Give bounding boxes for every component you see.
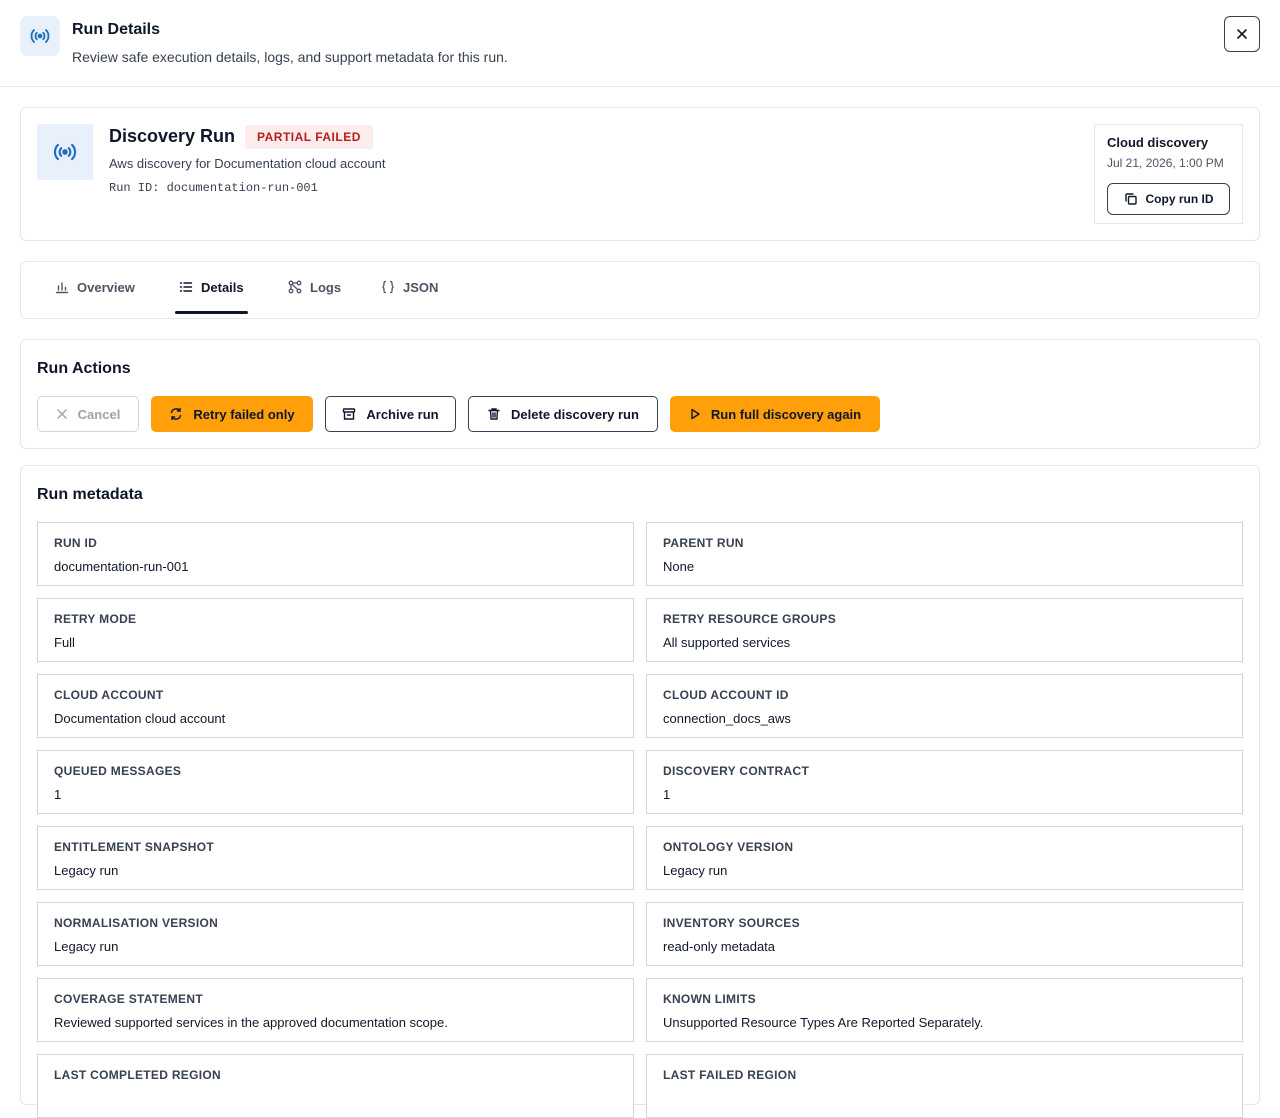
metadata-value: documentation-run-001 [54,559,189,574]
metadata-item: COVERAGE STATEMENT Reviewed supported ser… [37,978,634,1042]
run-summary-card: Discovery Run PARTIAL FAILED Aws discove… [20,107,1260,241]
close-button[interactable] [1224,16,1260,52]
status-badge: PARTIAL FAILED [245,125,373,149]
run-id-text: Run ID: documentation-run-001 [109,181,318,195]
metadata-value: 1 [663,787,671,802]
tab-json[interactable]: JSON [377,262,442,312]
cancel-button[interactable]: Cancel [37,396,139,432]
close-icon [56,409,67,419]
run-full-discovery-button[interactable]: Run full discovery again [670,396,880,432]
metadata-item: INVENTORY SOURCES read-only metadata [646,902,1243,966]
retry-failed-label: Retry failed only [193,406,295,422]
metadata-label: INVENTORY SOURCES [663,916,800,930]
metadata-item: LAST COMPLETED REGION [37,1054,634,1118]
metadata-value: All supported services [663,635,791,650]
metadata-label: PARENT RUN [663,536,744,550]
run-timestamp: Jul 21, 2026, 1:00 PM [1107,156,1224,170]
metadata-label: ONTOLOGY VERSION [663,840,794,854]
metadata-label: RUN ID [54,536,98,550]
run-description: Aws discovery for Documentation cloud ac… [109,156,386,171]
archive-icon [343,408,356,420]
run-type-box: Cloud discovery Jul 21, 2026, 1:00 PM Co… [1094,124,1243,224]
section-title: Run metadata [37,486,143,503]
tab-details[interactable]: Details [175,262,248,314]
metadata-item: ONTOLOGY VERSION Legacy run [646,826,1243,890]
metadata-item: KNOWN LIMITS Unsupported Resource Types A… [646,978,1243,1042]
run-title: Discovery Run [109,126,236,146]
metadata-item: QUEUED MESSAGES 1 [37,750,634,814]
metadata-value: Documentation cloud account [54,711,226,726]
metadata-value: Legacy run [54,863,119,878]
metadata-label: QUEUED MESSAGES [54,764,182,778]
metadata-label: CLOUD ACCOUNT [54,688,164,702]
run-type-label: Cloud discovery [1107,135,1209,150]
metadata-value: None [663,559,695,574]
metadata-label: KNOWN LIMITS [663,992,756,1006]
metadata-value: 1 [54,787,62,802]
cancel-label: Cancel [77,406,121,422]
metadata-item: DISCOVERY CONTRACT 1 [646,750,1243,814]
archive-run-label: Archive run [366,406,439,422]
tab-logs[interactable]: Logs [284,262,345,312]
metadata-label: DISCOVERY CONTRACT [663,764,810,778]
run-actions-card: Run Actions Cancel Retry failed only Arc… [20,339,1260,449]
tab-label: Overview [77,279,135,295]
braces-icon [382,280,394,294]
tab-overview[interactable]: Overview [51,262,139,312]
metadata-value: connection_docs_aws [663,711,791,726]
run-metadata-card: Run metadata RUN ID documentation-run-001… [20,465,1260,1118]
metadata-label: CLOUD ACCOUNT ID [663,688,789,702]
copy-run-id-label: Copy run ID [1145,192,1214,206]
metadata-value: Legacy run [54,939,119,954]
bar-chart-icon [55,282,69,294]
metadata-label: RETRY MODE [54,612,137,626]
copy-icon [1124,193,1137,205]
page-title: Run Details [72,21,161,38]
delete-discovery-run-button[interactable]: Delete discovery run [468,396,658,432]
metadata-item: CLOUD ACCOUNT ID connection_docs_aws [646,674,1243,738]
copy-run-id-button[interactable]: Copy run ID [1107,183,1230,215]
metadata-item: LAST FAILED REGION [646,1054,1243,1118]
metadata-item: PARENT RUN None [646,522,1243,586]
tab-label: Details [201,279,244,295]
metadata-item: CLOUD ACCOUNT Documentation cloud account [37,674,634,738]
radar-icon [37,124,93,180]
tab-label: Logs [310,279,342,295]
retry-failed-button[interactable]: Retry failed only [151,396,313,432]
metadata-item: ENTITLEMENT SNAPSHOT Legacy run [37,826,634,890]
metadata-value: Legacy run [663,863,728,878]
metadata-label: RETRY RESOURCE GROUPS [663,612,836,626]
run-full-discovery-label: Run full discovery again [710,406,862,422]
radar-icon [20,16,60,56]
tab-bar: Overview Details Logs JSON [20,261,1260,319]
metadata-item: RETRY MODE Full [37,598,634,662]
metadata-item: RUN ID documentation-run-001 [37,522,634,586]
metadata-grid: RUN ID documentation-run-001 PARENT RUN No… [37,522,1243,1118]
metadata-label: NORMALISATION VERSION [54,916,219,930]
tab-label: JSON [403,279,439,295]
metadata-value: Unsupported Resource Types Are Reported … [663,1015,984,1030]
metadata-value: read-only metadata [663,939,776,954]
metadata-label: COVERAGE STATEMENT [54,992,203,1006]
list-icon [179,282,193,292]
close-icon [1237,29,1247,39]
metadata-item: NORMALISATION VERSION Legacy run [37,902,634,966]
metadata-value: Reviewed supported services in the appro… [54,1015,448,1030]
metadata-item: RETRY RESOURCE GROUPS All supported servi… [646,598,1243,662]
play-icon [691,408,700,420]
dialog-header: Run Details Review safe execution detail… [0,0,1280,87]
archive-run-button[interactable]: Archive run [325,396,456,432]
flow-icon [288,280,302,294]
metadata-label: ENTITLEMENT SNAPSHOT [54,840,215,854]
metadata-value: Full [54,635,75,650]
trash-icon [488,408,500,420]
refresh-icon [171,407,182,421]
delete-discovery-run-label: Delete discovery run [511,406,639,422]
page-subtitle: Review safe execution details, logs, and… [72,49,508,65]
section-title: Run Actions [37,360,131,377]
